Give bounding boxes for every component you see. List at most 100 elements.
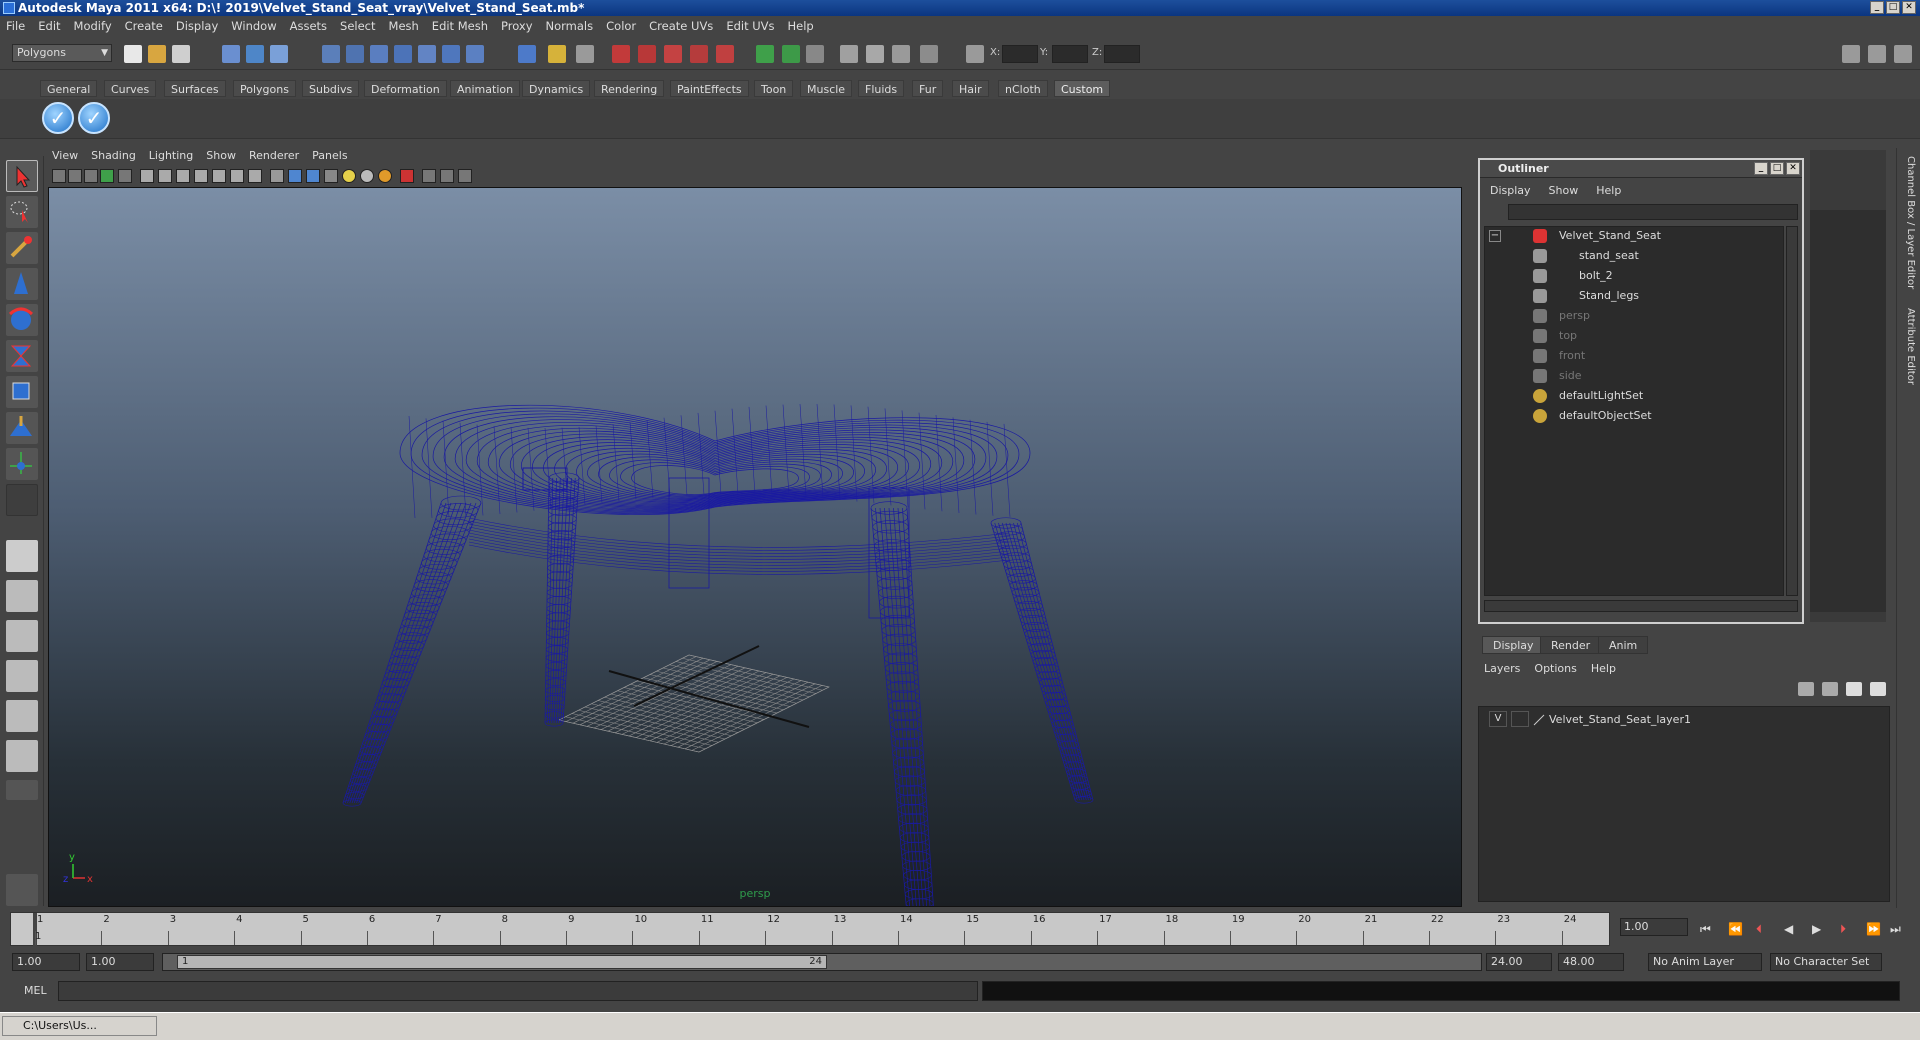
persp-graph-layout-icon[interactable] [6,660,38,692]
shelf-tab-ncloth[interactable]: nCloth [998,80,1048,97]
tab-channel-box[interactable]: Channel Box / Layer Editor [1900,156,1916,289]
outliner-horizontal-scrollbar[interactable] [1484,600,1798,612]
universal-manipulator-icon[interactable] [6,376,38,408]
resolution-gate-icon[interactable] [176,169,190,183]
character-set-dropdown[interactable]: No Character Set [1770,953,1882,971]
safe-action-icon[interactable] [230,169,244,183]
menu-assets[interactable]: Assets [290,19,327,33]
scale-tool-icon[interactable] [6,340,38,372]
layout-options-icon[interactable] [6,780,38,800]
maximize-icon[interactable]: □ [1886,1,1900,14]
layer-tab-display[interactable]: Display [1482,636,1545,654]
outliner-item-side[interactable]: side [1559,367,1582,385]
step-back-key-icon[interactable]: ⏴ [1756,922,1762,937]
menu-modify[interactable]: Modify [74,19,112,33]
playback-end-field[interactable]: 24.00 [1486,953,1552,971]
high-quality-icon[interactable] [378,169,392,183]
make-live-icon[interactable] [716,45,734,63]
gate-mask-icon[interactable] [194,169,208,183]
soft-mod-tool-icon[interactable] [6,412,38,444]
layer-visibility-toggle[interactable]: V [1489,711,1507,727]
z-field[interactable] [1104,45,1140,63]
smooth-shade-icon[interactable] [288,169,302,183]
wireframe-icon[interactable] [270,169,284,183]
playback-start-field[interactable]: 1.00 [86,953,154,971]
viewport-menu-panels[interactable]: Panels [312,149,347,162]
layer-menu-help[interactable]: Help [1591,662,1616,675]
select-camera-icon[interactable] [52,169,66,183]
grid-icon[interactable] [140,169,154,183]
single-perspective-layout-icon[interactable] [6,540,38,572]
menu-select[interactable]: Select [340,19,375,33]
outliner-item-persp[interactable]: persp [1559,307,1590,325]
menu-color[interactable]: Color [606,19,636,33]
backface-culling-icon[interactable] [458,169,472,183]
shelf-tab-toon[interactable]: Toon [754,80,794,97]
transform-field-icon[interactable] [966,45,984,63]
outliner-menu-help[interactable]: Help [1596,184,1621,197]
shadows-icon[interactable] [360,169,374,183]
xray-joints-icon[interactable] [440,169,454,183]
menu-help[interactable]: Help [788,19,814,33]
time-slider[interactable]: 1 1 2 3 4 5 6 7 8 9 10 11 12 13 14 15 16 17 18 19 20 21 22 23 2… [10,912,1610,947]
shelf-tab-animation[interactable]: Animation [450,80,521,97]
menu-edit-mesh[interactable]: Edit Mesh [432,19,488,33]
outliner-close-icon[interactable]: ✕ [1786,162,1800,175]
shelf-tab-curves[interactable]: Curves [104,80,157,97]
play-backwards-icon[interactable]: ◀ [1784,922,1793,936]
select-curve-icon[interactable] [370,45,388,63]
current-frame-field[interactable]: 1.00 [1620,918,1688,936]
last-tool-icon[interactable] [6,484,38,516]
outliner-item-stand-legs[interactable]: Stand_legs [1579,287,1639,305]
select-surface-icon[interactable] [394,45,412,63]
outliner-menu-display[interactable]: Display [1490,184,1531,197]
step-back-frame-icon[interactable]: ⏪ [1728,922,1743,936]
menu-create[interactable]: Create [125,19,163,33]
persp-graph-hypergraph-layout-icon[interactable] [6,740,38,772]
shelf-tab-surfaces[interactable]: Surfaces [164,80,226,97]
persp-outliner-layout-icon[interactable] [6,620,38,652]
layer-tab-render[interactable]: Render [1540,636,1602,654]
paint-select-tool-icon[interactable] [6,232,38,264]
menu-proxy[interactable]: Proxy [501,19,533,33]
outliner-item-default-light-set[interactable]: defaultLightSet [1559,387,1643,405]
quick-layout-icon[interactable] [6,874,38,906]
select-rendering-icon[interactable] [466,45,484,63]
viewport-menu-view[interactable]: View [52,149,78,162]
viewport-menu-lighting[interactable]: Lighting [149,149,193,162]
layer-menu-layers[interactable]: Layers [1484,662,1520,675]
snap-view-plane-icon[interactable] [690,45,708,63]
end-time-field[interactable]: 48.00 [1558,953,1624,971]
menu-mesh[interactable]: Mesh [389,19,419,33]
image-plane-icon[interactable] [100,169,114,183]
shelf-tab-polygons[interactable]: Polygons [233,80,296,97]
shelf-tab-hair[interactable]: Hair [952,80,989,97]
range-slider[interactable]: 1 24 [162,953,1482,971]
menu-display[interactable]: Display [176,19,218,33]
step-forward-key-icon[interactable]: ⏵ [1840,922,1846,937]
menuset-dropdown[interactable]: Polygons ▼ [12,44,112,62]
step-forward-frame-icon[interactable]: ⏩ [1866,922,1881,936]
safe-title-icon[interactable] [248,169,262,183]
show-manipulator-icon[interactable] [6,448,38,480]
input-output-icon[interactable] [756,45,774,63]
shelf-tab-dynamics[interactable]: Dynamics [522,80,591,97]
move-layer-down-icon[interactable] [1822,682,1838,696]
x-field[interactable] [1002,45,1038,63]
hypershade-icon[interactable] [920,45,938,63]
outliner-filter-field[interactable] [1508,204,1798,220]
menu-create-uvs[interactable]: Create UVs [649,19,713,33]
isolate-select-icon[interactable] [400,169,414,183]
select-misc-icon[interactable] [518,45,536,63]
shelf-tab-fur[interactable]: Fur [912,80,944,97]
camera-attributes-icon[interactable] [68,169,82,183]
viewport-menu-show[interactable]: Show [206,149,236,162]
move-tool-icon[interactable] [6,268,38,300]
shelf-tab-subdivs[interactable]: Subdivs [302,80,360,97]
collapse-icon[interactable]: − [1489,230,1501,242]
custom-check-icon-1[interactable]: ✓ [42,102,74,134]
film-gate-icon[interactable] [158,169,172,183]
layer-name[interactable]: Velvet_Stand_Seat_layer1 [1549,711,1691,729]
move-layer-up-icon[interactable] [1798,682,1814,696]
hypershade-layout-icon[interactable] [6,700,38,732]
